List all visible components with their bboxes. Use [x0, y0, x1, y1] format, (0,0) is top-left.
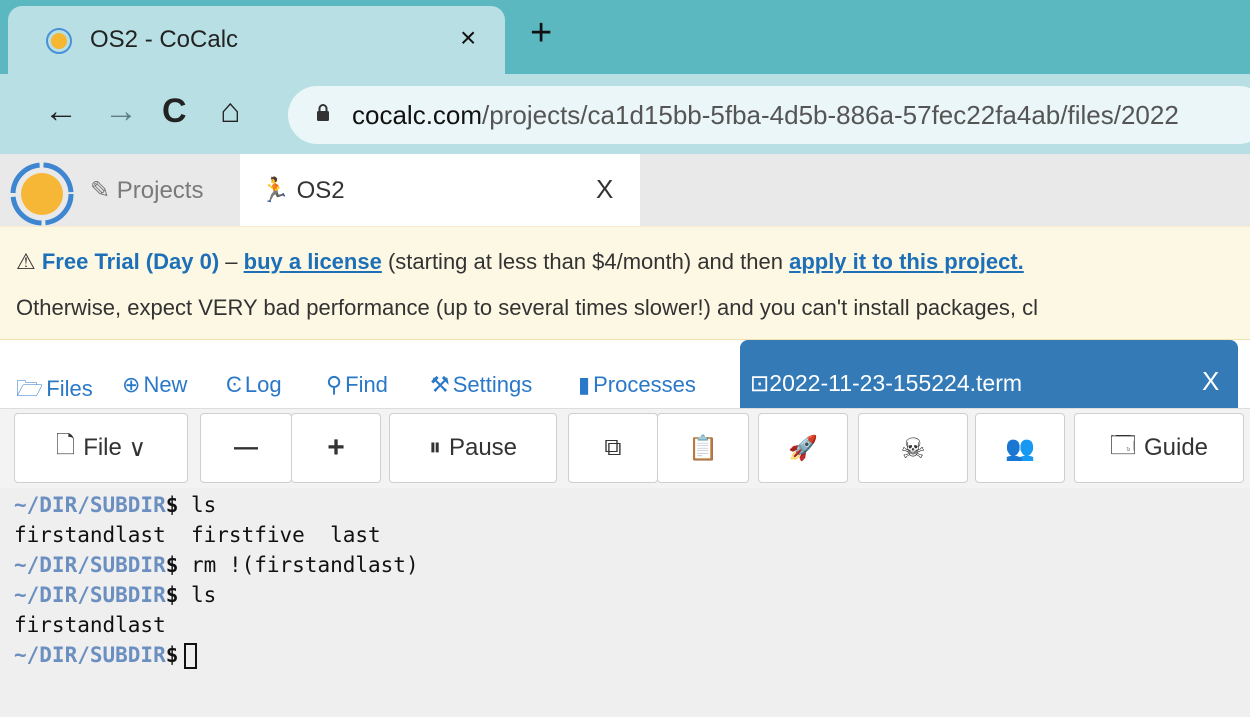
file-icon: 🗋 [55, 431, 76, 459]
reload-icon[interactable]: C [162, 92, 187, 131]
project-tab-label: 🏃 OS2 [260, 177, 345, 204]
cocalc-favicon-icon [46, 28, 72, 54]
terminal-cursor [184, 643, 198, 669]
project-tab-close-icon[interactable]: X [596, 174, 613, 205]
pause-button[interactable]: ⏸ Pause [389, 413, 557, 483]
banner-line-2: Otherwise, expect VERY bad performance (… [16, 295, 1038, 320]
projects-nav-link[interactable]: ✎ Projects [90, 176, 203, 205]
terminal-line: firstandlast firstfive last [14, 523, 381, 547]
project-tabs-bar: 🗁 Files ⊕ New Ͼ Log ⚲ Find ⚒ Settings ▮ Proces… [0, 340, 1250, 408]
terminal-line: ~/DIR/SUBDIR$ [14, 640, 1250, 670]
terminal-line: firstandlast [14, 613, 166, 637]
chevron-down-icon: ∨ [128, 434, 147, 462]
terminal-line: ~/DIR/SUBDIR$ rm !(firstandlast) [14, 553, 419, 577]
terminal-output[interactable]: ~/DIR/SUBDIR$ ls firstandlast firstfive … [0, 488, 1250, 717]
home-icon[interactable]: ⌂ [220, 92, 241, 131]
search-icon: ⚲ [326, 372, 343, 397]
cocalc-logo-icon[interactable] [8, 160, 76, 228]
pause-circle-icon: ⏸ [428, 434, 441, 461]
pencil-icon: ✎ [90, 177, 117, 204]
wrench-icon: ⚒ [430, 372, 450, 397]
terminal-file-tab-label: ⊡2022-11-23-155224.term [750, 370, 1023, 396]
decrease-font-button[interactable]: — [200, 413, 292, 483]
banner-mid-text: (starting at less than $4/month) and the… [381, 249, 790, 274]
address-bar[interactable]: cocalc.com/projects/ca1d15bb-5fba-4d5b-8… [288, 86, 1250, 144]
browser-tab-active[interactable]: OS2 - CoCalc × [8, 6, 505, 74]
cocalc-top-bar: ✎ Projects 🏃 OS2 X [0, 154, 1250, 226]
folder-icon: 🗁 [16, 376, 44, 401]
tab-log[interactable]: Ͼ Log [226, 372, 282, 398]
url-text: cocalc.com/projects/ca1d15bb-5fba-4d5b-8… [352, 100, 1179, 131]
tab-find[interactable]: ⚲ Find [326, 372, 388, 398]
projects-label: Projects [116, 177, 204, 204]
trial-label: Free Trial (Day 0) [41, 249, 220, 274]
banner-line-1: ⚠ Free Trial (Day 0) – buy a license (st… [16, 249, 1024, 275]
clear-users-button[interactable]: 👥 [975, 413, 1065, 483]
terminal-prompt: ~/DIR/SUBDIR [14, 553, 166, 577]
forward-arrow-icon[interactable]: → [104, 92, 138, 131]
tab-files[interactable]: 🗁 Files [16, 372, 93, 410]
terminal-command: ls [178, 583, 217, 607]
user-times-icon: 👥 [1005, 434, 1035, 462]
back-arrow-icon[interactable]: ← [44, 92, 78, 131]
initialization-button[interactable]: 🚀 [758, 413, 848, 483]
url-path: /projects/ca1d15bb-5fba-4d5b-886a-57fec2… [482, 100, 1179, 130]
copy-button[interactable]: ⧉ [568, 413, 658, 483]
project-tab-os2[interactable]: 🏃 OS2 X [240, 154, 640, 226]
history-icon: Ͼ [226, 372, 242, 397]
running-figure-icon: 🏃 [260, 177, 297, 204]
file-menu-button[interactable]: 🗋 File ∨ [14, 413, 188, 483]
terminal-line: ~/DIR/SUBDIR$ ls [14, 583, 217, 607]
terminal-prompt: ~/DIR/SUBDIR [14, 493, 166, 517]
terminal-file-tab-close-icon[interactable]: X [1202, 366, 1219, 397]
apply-license-link[interactable]: apply it to this project. [789, 249, 1024, 274]
plus-circle-icon: ⊕ [122, 372, 141, 397]
terminal-command: rm !(firstandlast) [178, 553, 419, 577]
paste-icon: 📋 [688, 434, 718, 462]
terminal-line: ~/DIR/SUBDIR$ ls [14, 493, 217, 517]
url-host: cocalc.com [352, 100, 483, 130]
guide-icon: 🗔 [1109, 431, 1136, 459]
guide-button[interactable]: 🗔 Guide [1074, 413, 1244, 483]
terminal-command: ls [178, 493, 217, 517]
skull-crossbones-icon: ☠ [900, 432, 926, 464]
banner-dash: – [219, 249, 244, 274]
browser-toolbar: ← → C ⌂ cocalc.com/projects/ca1d15bb-5fb… [0, 74, 1250, 154]
kill-button[interactable]: ☠ [858, 413, 968, 483]
free-trial-banner: ⚠ Free Trial (Day 0) – buy a license (st… [0, 226, 1250, 340]
terminal-prompt: ~/DIR/SUBDIR [14, 583, 166, 607]
rocket-icon: 🚀 [788, 434, 818, 462]
warning-icon: ⚠ [16, 249, 36, 274]
browser-tab-title: OS2 - CoCalc [90, 26, 239, 53]
microchip-icon: ▮ [578, 372, 591, 397]
tab-settings[interactable]: ⚒ Settings [430, 372, 532, 398]
increase-font-button[interactable]: + [291, 413, 381, 483]
copy-icon: ⧉ [604, 434, 622, 461]
paste-button[interactable]: 📋 [657, 413, 749, 483]
terminal-file-tab[interactable]: ⊡2022-11-23-155224.term X [740, 340, 1238, 408]
terminal-icon: ⊡ [750, 370, 770, 396]
tab-processes[interactable]: ▮ Processes [578, 372, 696, 398]
lock-icon[interactable] [316, 104, 330, 122]
browser-tabstrip: OS2 - CoCalc × + [0, 0, 1250, 74]
browser-tab-close-icon[interactable]: × [460, 22, 476, 54]
tab-new[interactable]: ⊕ New [122, 372, 187, 398]
terminal-button-bar: 🗋 File ∨ — + ⏸ Pause ⧉ 📋 🚀 ☠ 👥 🗔 Guide [0, 408, 1250, 488]
new-tab-button[interactable]: + [530, 12, 552, 55]
buy-license-link[interactable]: buy a license [244, 249, 382, 274]
terminal-prompt: ~/DIR/SUBDIR [14, 643, 166, 667]
